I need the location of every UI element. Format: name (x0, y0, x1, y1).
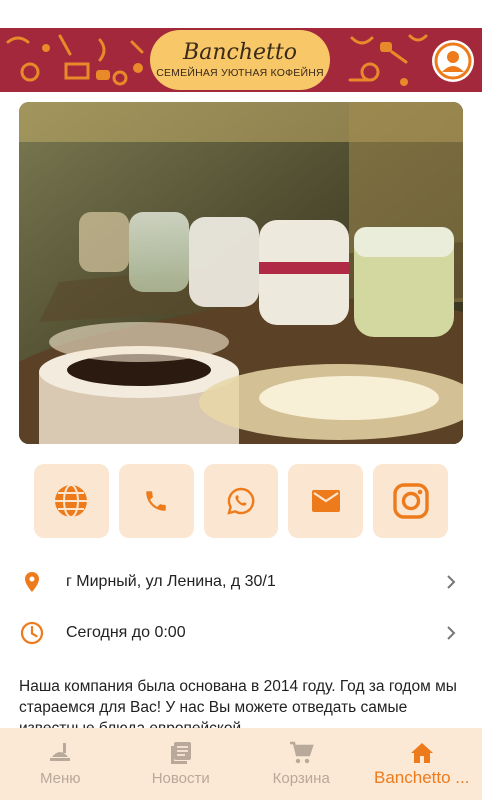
nav-label: Новости (151, 770, 210, 787)
chevron-right-icon (447, 626, 456, 640)
nav-item-cart[interactable]: Корзина (241, 728, 362, 800)
nav-item-home[interactable]: Banchetto ... (362, 728, 482, 800)
address-row[interactable]: г Мирный, ул Ленина, д 30/1 (0, 560, 482, 604)
nav-item-news[interactable]: Новости (121, 728, 242, 800)
instagram-button[interactable] (373, 464, 448, 538)
logo-title: Banchetto (183, 40, 297, 65)
phone-icon (146, 491, 166, 511)
whatsapp-button[interactable] (203, 464, 279, 538)
whatsapp-icon (227, 487, 255, 515)
nav-label: Корзина (272, 770, 330, 787)
instagram-icon (392, 483, 429, 519)
mail-icon (311, 490, 340, 512)
menu-food-icon (50, 743, 71, 761)
email-button[interactable] (288, 464, 364, 538)
hours-row[interactable]: Сегодня до 0:00 (0, 611, 482, 655)
logo-subtitle: СЕМЕЙНАЯ УЮТНАЯ КОФЕЙНЯ (156, 67, 324, 79)
logo: Banchetto СЕМЕЙНАЯ УЮТНАЯ КОФЕЙНЯ (150, 30, 330, 90)
nav-label: Меню (39, 770, 81, 787)
call-button[interactable] (118, 464, 194, 538)
profile-button[interactable] (432, 40, 474, 82)
cart-icon (290, 741, 314, 764)
nav-label: Banchetto ... (374, 768, 470, 787)
website-button[interactable] (34, 464, 109, 538)
news-icon (170, 742, 191, 764)
location-pin-icon (25, 572, 39, 592)
clock-icon (20, 621, 44, 645)
bottom-navigation: Меню Новости Корзина Banchetto ... (0, 728, 482, 800)
header-banner: Banchetto СЕМЕЙНАЯ УЮТНАЯ КОФЕЙНЯ (0, 28, 482, 92)
hours-text: Сегодня до 0:00 (66, 624, 186, 641)
home-icon (410, 743, 433, 763)
pastry-display-photo (19, 102, 463, 444)
hero-image (19, 102, 463, 444)
globe-icon (55, 484, 88, 518)
profile-icon (434, 42, 472, 80)
address-text: г Мирный, ул Ленина, д 30/1 (66, 573, 276, 590)
nav-item-menu[interactable]: Меню (0, 728, 121, 800)
chevron-right-icon (447, 575, 456, 589)
contact-actions (34, 464, 448, 538)
